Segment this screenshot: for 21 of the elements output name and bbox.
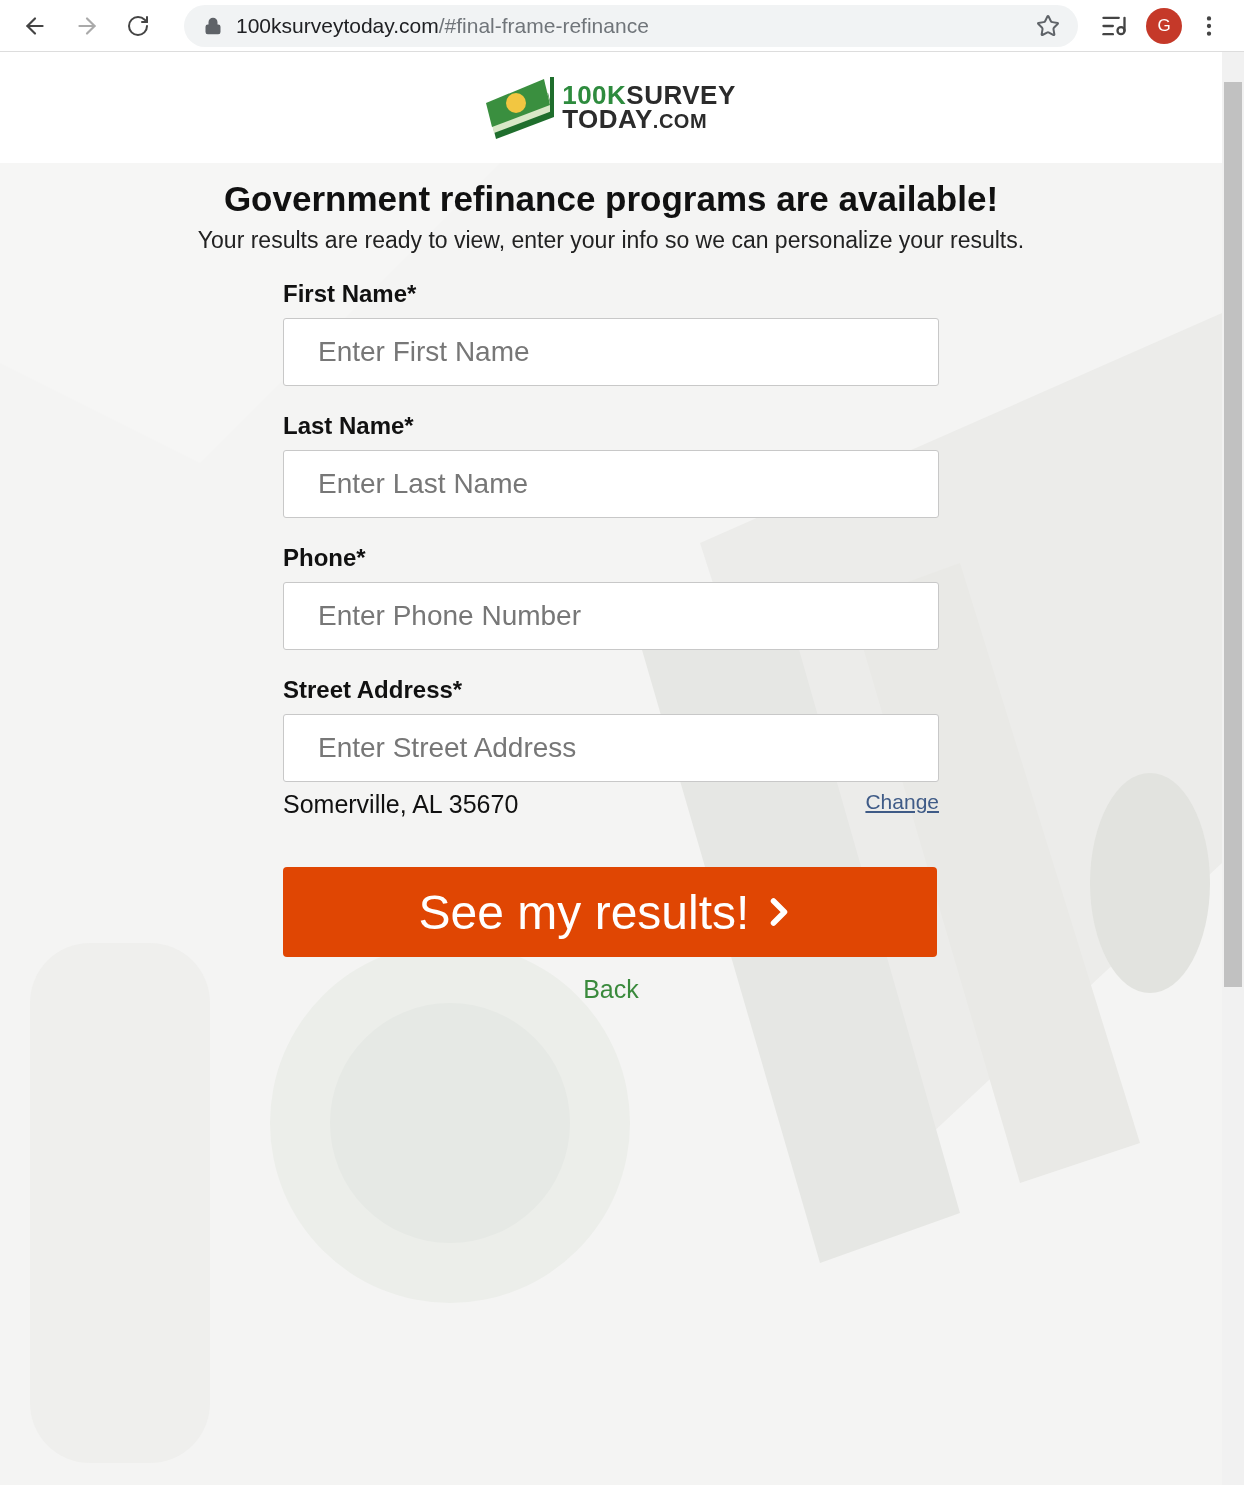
subheading: Your results are ready to view, enter your info so we can personalize your results. (197, 227, 1025, 254)
scrollbar[interactable] (1222, 52, 1244, 1485)
see-results-button[interactable]: See my results! (283, 867, 937, 957)
profile-avatar[interactable]: G (1146, 7, 1182, 44)
page-heading: Government refinance programs are available! (223, 179, 999, 219)
input-field[interactable]: Enter Street Address (283, 714, 939, 782)
reload-button[interactable] (126, 13, 150, 38)
bookmark-star-icon[interactable] (1036, 13, 1060, 38)
input-field[interactable]: Enter Last Name (283, 450, 939, 518)
lock-icon (204, 16, 222, 35)
field-label: First Name* (283, 280, 418, 308)
back-link[interactable]: Back (583, 975, 639, 1004)
field-label: Phone* (283, 544, 367, 572)
field-label: Last Name* (283, 412, 415, 440)
address-bar[interactable]: 100ksurveytoday.com/#final-frame-refinance (184, 4, 1078, 47)
logo-text: 100KSURVEY TODAY.COM (562, 82, 736, 133)
location-text: Somerville, AL 35670 (283, 790, 519, 819)
field-label: Street Address* (283, 676, 464, 704)
input-field[interactable]: Enter Phone Number (283, 582, 939, 650)
change-link[interactable]: Change (865, 790, 939, 814)
input-field[interactable]: Enter First Name (283, 318, 939, 386)
